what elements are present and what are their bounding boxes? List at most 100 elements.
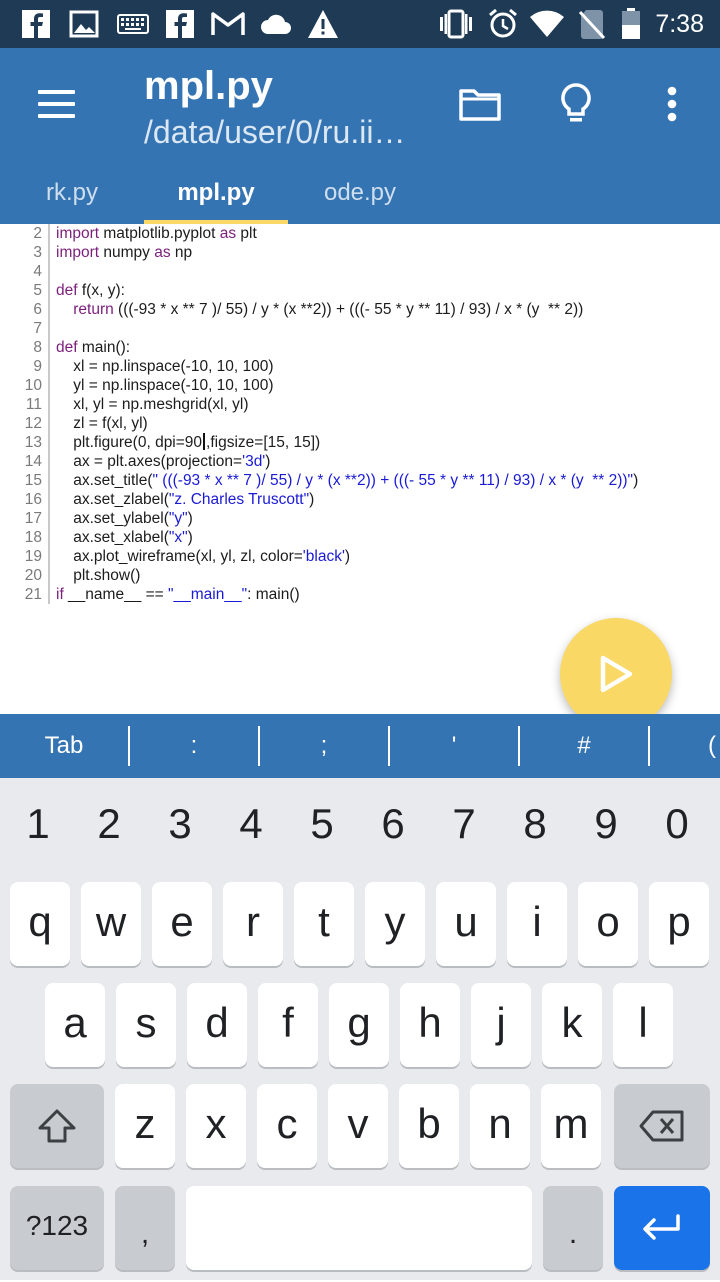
letter-key[interactable]: c xyxy=(257,1084,317,1168)
letter-key[interactable]: j xyxy=(471,983,531,1067)
code-text[interactable]: ax.set_xlabel("x") xyxy=(56,528,193,547)
letter-key[interactable]: o xyxy=(578,882,638,966)
code-line[interactable]: 8 def main(): xyxy=(0,338,720,357)
symbols-key[interactable]: ?123 xyxy=(10,1186,104,1270)
vibrate-icon xyxy=(436,8,476,40)
code-text[interactable]: import numpy as np xyxy=(56,243,192,262)
letter-key[interactable]: n xyxy=(470,1084,530,1168)
line-number: 17 xyxy=(24,510,42,527)
letter-key[interactable]: r xyxy=(223,882,283,966)
code-text[interactable]: ax.set_title(" (((-93 * x ** 7 )/ 55) / … xyxy=(56,471,638,490)
backspace-key[interactable] xyxy=(614,1084,710,1168)
tab-ode-py[interactable]: ode.py xyxy=(288,160,432,224)
code-line[interactable]: 20 plt.show() xyxy=(0,566,720,585)
number-key[interactable]: 0 xyxy=(647,796,707,852)
line-number: 13 xyxy=(24,434,42,451)
status-bar: 7:38 xyxy=(0,0,720,48)
letter-key[interactable]: m xyxy=(541,1084,601,1168)
code-text[interactable]: xl = np.linspace(-10, 10, 100) xyxy=(56,357,273,376)
comma-key[interactable]: , xyxy=(115,1186,175,1270)
code-text[interactable]: ax.set_zlabel("z. Charles Truscott") xyxy=(56,490,314,509)
code-line[interactable]: 19 ax.plot_wireframe(xl, yl, zl, color='… xyxy=(0,547,720,566)
code-line[interactable]: 18 ax.set_xlabel("x") xyxy=(0,528,720,547)
letter-key[interactable]: k xyxy=(542,983,602,1067)
letter-key[interactable]: l xyxy=(613,983,673,1067)
code-line[interactable]: 14 ax = plt.axes(projection='3d') xyxy=(0,452,720,471)
letter-key[interactable]: h xyxy=(400,983,460,1067)
code-text[interactable]: yl = np.linspace(-10, 10, 100) xyxy=(56,376,273,395)
letter-key[interactable]: t xyxy=(294,882,354,966)
overflow-menu-button[interactable] xyxy=(646,78,698,130)
code-text[interactable]: ax = plt.axes(projection='3d') xyxy=(56,452,270,471)
code-line[interactable]: 7 xyxy=(0,319,720,338)
number-key[interactable]: 4 xyxy=(221,796,281,852)
extra-key-tab[interactable]: Tab xyxy=(0,714,128,778)
code-text[interactable]: plt.figure(0, dpi=90 ,figsize=[15, 15]) xyxy=(56,433,320,452)
tab-mpl-py[interactable]: mpl.py xyxy=(144,160,288,224)
code-line[interactable]: 12 zl = f(xl, yl) xyxy=(0,414,720,433)
code-line[interactable]: 16 ax.set_zlabel("z. Charles Truscott") xyxy=(0,490,720,509)
number-key[interactable]: 3 xyxy=(150,796,210,852)
code-text[interactable]: ax.plot_wireframe(xl, yl, zl, color='bla… xyxy=(56,547,350,566)
folder-button[interactable] xyxy=(454,78,506,130)
code-text[interactable]: return (((-93 * x ** 7 )/ 55) / y * (x *… xyxy=(56,300,583,319)
letter-key[interactable]: g xyxy=(329,983,389,1067)
letter-key[interactable]: q xyxy=(10,882,70,966)
line-number: 5 xyxy=(33,282,42,299)
letter-key[interactable]: f xyxy=(258,983,318,1067)
letter-key[interactable]: u xyxy=(436,882,496,966)
code-line[interactable]: 9 xl = np.linspace(-10, 10, 100) xyxy=(0,357,720,376)
extra-key-hash[interactable]: # xyxy=(520,714,648,778)
space-key[interactable] xyxy=(186,1186,532,1270)
code-line[interactable]: 11 xl, yl = np.meshgrid(xl, yl) xyxy=(0,395,720,414)
code-line[interactable]: 4 xyxy=(0,262,720,281)
tab-rk-py[interactable]: rk.py xyxy=(0,160,144,224)
code-line[interactable]: 6 return (((-93 * x ** 7 )/ 55) / y * (x… xyxy=(0,300,720,319)
letter-key[interactable]: x xyxy=(186,1084,246,1168)
line-number: 4 xyxy=(33,263,42,280)
code-line[interactable]: 21 if __name__ == "__main__": main() xyxy=(0,585,720,604)
code-line[interactable]: 2 import matplotlib.pyplot as plt xyxy=(0,224,720,243)
extra-key-semicolon[interactable]: ; xyxy=(260,714,388,778)
code-text[interactable]: if __name__ == "__main__": main() xyxy=(56,585,300,604)
code-text[interactable]: import matplotlib.pyplot as plt xyxy=(56,224,257,243)
letter-key[interactable]: v xyxy=(328,1084,388,1168)
letter-key[interactable]: i xyxy=(507,882,567,966)
code-line[interactable]: 5 def f(x, y): xyxy=(0,281,720,300)
period-key[interactable]: . xyxy=(543,1186,603,1270)
number-key[interactable]: 9 xyxy=(576,796,636,852)
number-key[interactable]: 8 xyxy=(505,796,565,852)
letter-key[interactable]: w xyxy=(81,882,141,966)
letter-key[interactable]: b xyxy=(399,1084,459,1168)
code-line[interactable]: 13 plt.figure(0, dpi=90 ,figsize=[15, 15]… xyxy=(0,433,720,452)
letter-key[interactable]: d xyxy=(187,983,247,1067)
code-text[interactable]: zl = f(xl, yl) xyxy=(56,414,148,433)
code-text[interactable]: xl, yl = np.meshgrid(xl, yl) xyxy=(56,395,248,414)
code-line[interactable]: 15 ax.set_title(" (((-93 * x ** 7 )/ 55)… xyxy=(0,471,720,490)
number-key[interactable]: 6 xyxy=(363,796,423,852)
letter-key[interactable]: y xyxy=(365,882,425,966)
extra-key-quote[interactable]: ' xyxy=(390,714,518,778)
hint-button[interactable] xyxy=(550,78,602,130)
letter-key[interactable]: p xyxy=(649,882,709,966)
extra-key-colon[interactable]: : xyxy=(130,714,258,778)
number-key[interactable]: 1 xyxy=(8,796,68,852)
number-key[interactable]: 2 xyxy=(79,796,139,852)
enter-key[interactable] xyxy=(614,1186,710,1270)
code-text[interactable]: ax.set_ylabel("y") xyxy=(56,509,193,528)
number-key[interactable]: 7 xyxy=(434,796,494,852)
letter-key[interactable]: z xyxy=(115,1084,175,1168)
code-text[interactable]: plt.show() xyxy=(56,566,140,585)
shift-key[interactable] xyxy=(10,1084,104,1168)
code-text[interactable]: def f(x, y): xyxy=(56,281,125,300)
letter-key[interactable]: a xyxy=(45,983,105,1067)
code-line[interactable]: 17 ax.set_ylabel("y") xyxy=(0,509,720,528)
menu-button[interactable] xyxy=(26,82,86,126)
letter-key[interactable]: e xyxy=(152,882,212,966)
code-line[interactable]: 3 import numpy as np xyxy=(0,243,720,262)
number-key[interactable]: 5 xyxy=(292,796,352,852)
letter-key[interactable]: s xyxy=(116,983,176,1067)
code-line[interactable]: 10 yl = np.linspace(-10, 10, 100) xyxy=(0,376,720,395)
extra-key-paren[interactable]: ( xyxy=(650,714,720,778)
code-text[interactable]: def main(): xyxy=(56,338,130,357)
